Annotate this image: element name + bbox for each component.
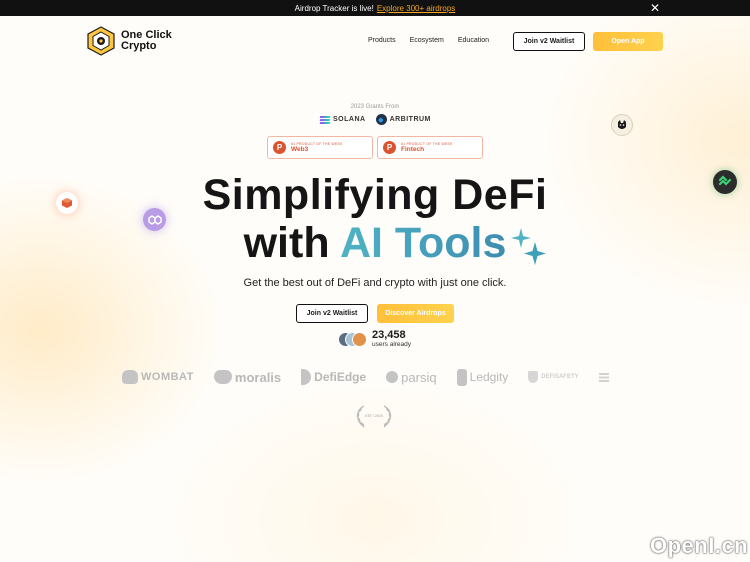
partner-ledgity-label: Ledgity [469,370,509,384]
close-icon[interactable]: ✕ [648,0,662,16]
product-hunt-badge-fintech[interactable]: P #1 PRODUCT OF THE WEEK Fintech [377,136,483,159]
partner-wombat-label: WOMBAT [141,371,194,383]
watermark: OpenI.cn [650,533,749,558]
logo-hexagon-icon [87,26,115,56]
nav-products[interactable]: Products [368,37,396,44]
partner-more [598,372,609,382]
partner-defisafety-label: DEFISAFETY [541,374,579,380]
main-nav: Products Ecosystem Education [368,37,489,44]
wombat-icon [122,370,138,384]
badge-title: Web3 [291,146,309,153]
hero-line2-plain: with [243,219,340,267]
hero-subtitle: Get the best out of DeFi and crypto with… [243,277,507,289]
logo[interactable]: One Click Crypto [86,26,181,56]
users-label: users already [372,341,412,348]
floating-token-polygon [143,208,166,231]
arbitrum-label: ARBITRUM [389,116,431,123]
partner-logos: WOMBAT moralis DefiEdge parsiq Ledgity D… [122,366,609,388]
partner-defiedge-label: DefiEdge [314,370,367,384]
solana-label: SOLANA [333,116,366,123]
logo-line2: Crypto [121,40,157,52]
dog-token-icon [618,120,626,129]
sparkle-icon [511,228,546,265]
laurel-icon: EST / 2019 [356,405,392,428]
announcement-text: Airdrop Tracker is live! [294,3,374,13]
menu-lines-icon [598,372,609,382]
partner-moralis: moralis [213,369,282,385]
partner-ledgity: Ledgity [456,368,509,386]
product-hunt-badge-web3[interactable]: P #1 PRODUCT OF THE WEEK Web3 [267,136,373,159]
partner-parsiq: parsiq [386,369,437,385]
floating-token-green [713,170,737,194]
partner-defisafety: DEFISAFETY [528,371,579,383]
moralis-icon [213,370,232,384]
product-hunt-icon: P [273,141,286,154]
solana-logo: SOLANA [319,115,366,124]
product-hunt-badges: P #1 PRODUCT OF THE WEEK Web3 P #1 PRODU… [267,136,483,159]
avatar-stack [338,332,368,348]
nav-ecosystem[interactable]: Ecosystem [410,37,444,44]
solana-icon [319,115,331,124]
explore-airdrops-link[interactable]: Explore 300+ airdrops [377,4,456,13]
open-app-button[interactable]: Open App [593,32,663,51]
parsiq-icon [386,371,399,383]
badge-title: Fintech [401,146,425,153]
hero-headline-line2: with AI Tools [0,220,750,266]
arbitrum-icon: ◆ [375,114,387,125]
partner-moralis-label: moralis [234,369,282,385]
product-hunt-icon: P [383,141,396,154]
discover-airdrops-button[interactable]: Discover Airdrops [377,304,454,323]
logo-text: One Click Crypto [121,30,181,52]
arbitrum-logo: ◆ ARBITRUM [375,114,431,125]
announcement-bar: Airdrop Tracker is live! Explore 300+ ai… [0,0,750,16]
green-token-icon [718,175,732,186]
users-count: 23,458 [372,329,406,341]
defiedge-icon [301,369,312,385]
hero-headline-line1: Simplifying DeFi [202,171,548,219]
partner-wombat: WOMBAT [122,370,194,384]
header-join-waitlist-button[interactable]: Join v2 Waitlist [513,32,585,51]
laurel-text: EST / 2019 [365,414,383,418]
floating-token-dog [611,114,633,136]
grants-label: 2023 Grants From [350,104,400,110]
partner-defiedge: DefiEdge [301,369,366,385]
polygon-token-icon [147,214,162,225]
floating-token-red [56,192,78,214]
avatar [352,332,367,347]
defisafety-icon [528,371,539,383]
ledgity-icon [456,368,467,386]
hero-line2-highlight: AI Tools [339,219,507,267]
user-count: 23,458 users already [338,329,412,349]
partner-parsiq-label: parsiq [401,369,437,385]
hero-join-waitlist-button[interactable]: Join v2 Waitlist [296,304,368,323]
site-header: One Click Crypto Products Ecosystem Educ… [0,16,750,68]
grant-logos: SOLANA ◆ ARBITRUM [319,114,431,125]
cube-token-icon [62,198,72,208]
nav-education[interactable]: Education [458,37,489,44]
